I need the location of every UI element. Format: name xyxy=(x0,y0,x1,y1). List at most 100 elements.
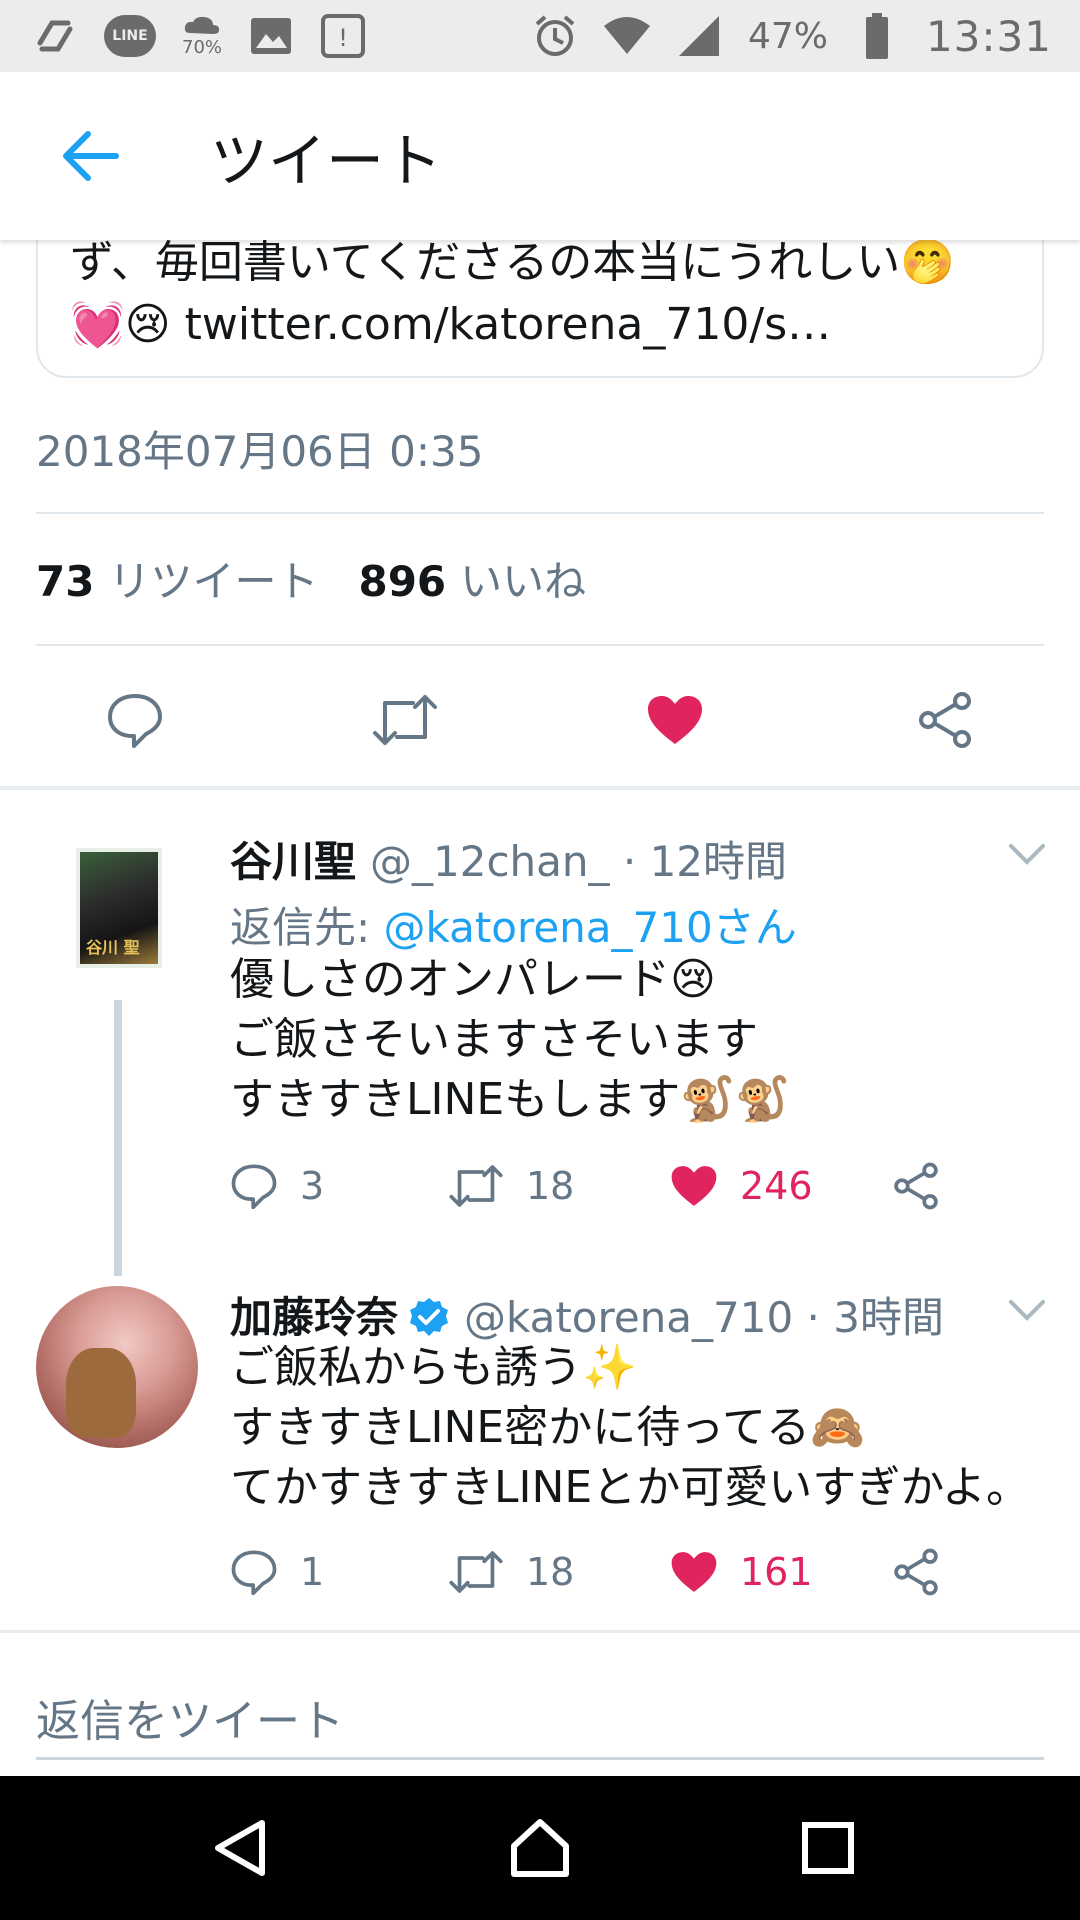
back-button[interactable] xyxy=(30,96,150,216)
reply-body: 優しさのオンパレード😢 ご飯さそいますさそいます すきすきLINEもします🐒🐒 xyxy=(230,950,790,1130)
nav-back-button[interactable] xyxy=(190,1798,290,1898)
retweet-button[interactable]: 18 xyxy=(448,1156,574,1216)
thread-connector-line xyxy=(114,1000,122,1276)
app-notification-icon: ! xyxy=(320,13,366,59)
reply-body-line: ご飯私からも誘う✨ xyxy=(230,1342,637,1393)
clock: 13:31 xyxy=(925,11,1052,61)
retweet-button[interactable] xyxy=(365,680,445,760)
quoted-tweet-line-2: 💓😢 twitter.com/katorena_710/s… xyxy=(70,299,832,350)
reply-icon xyxy=(231,1164,277,1209)
reply-body-line: 優しさのオンパレード😢 xyxy=(230,954,716,1005)
heart-filled-icon xyxy=(648,696,702,744)
share-icon xyxy=(919,692,971,748)
tweet-action-bar xyxy=(0,680,1080,760)
reply-header: 谷川聖 @_12chan_ · 12時間 xyxy=(230,828,787,889)
like-button[interactable]: 246 xyxy=(670,1156,813,1216)
reply-to-line: 返信先: @katorena_710さん xyxy=(230,894,797,955)
heart-filled-icon xyxy=(671,1552,717,1592)
reply-action-bar: 1 18 161 xyxy=(230,1542,990,1602)
reply-body-line: ご飯さそいますさそいます xyxy=(230,1014,758,1065)
tweet-timestamp: 2018年07月06日 0:35 xyxy=(36,427,484,476)
retweet-count: 18 xyxy=(526,1550,575,1594)
reply-input-underline xyxy=(36,1757,1044,1760)
quoted-tweet-line-1: ず、毎回書いてくださるの本当にうれしい🤭 xyxy=(70,237,956,288)
retweet-stat[interactable]: 73 リツイート xyxy=(36,548,318,609)
cell-signal-icon xyxy=(676,13,722,59)
author-name[interactable]: 谷川聖 xyxy=(230,837,356,886)
wifi-icon xyxy=(603,13,650,59)
share-button[interactable] xyxy=(892,1542,940,1602)
retweet-icon xyxy=(449,1165,503,1207)
retweet-count: 73 xyxy=(36,557,95,606)
reply-body-line: てかすきすきLINEとか可愛いすぎかよ。 xyxy=(230,1462,1031,1513)
square-recents-icon xyxy=(802,1822,854,1874)
arrow-left-icon xyxy=(63,131,119,181)
share-icon xyxy=(894,1548,938,1596)
gallery-icon xyxy=(248,13,294,59)
reply-input[interactable]: 返信をツイート xyxy=(36,1685,344,1749)
reply-action-bar: 3 18 246 xyxy=(230,1156,990,1216)
like-label: いいね xyxy=(460,557,587,606)
weather-indicator: 70% xyxy=(182,15,222,57)
reply-header: 加藤玲奈 @katorena_710 · 3時間 xyxy=(230,1284,944,1345)
nav-recents-button[interactable] xyxy=(778,1798,878,1898)
divider xyxy=(36,512,1044,514)
avatar-tag-text: 谷川 聖 xyxy=(86,938,140,957)
rain-cloud-icon xyxy=(184,16,220,34)
reply-composer: 返信をツイート xyxy=(0,1630,1080,1776)
page-title: ツイート xyxy=(210,127,443,195)
author-handle-time: @_12chan_ · 12時間 xyxy=(370,837,788,886)
line-app-icon: LINE xyxy=(104,15,156,57)
reply-icon xyxy=(108,694,162,748)
like-count: 161 xyxy=(740,1550,813,1594)
verified-badge-icon xyxy=(410,1298,449,1336)
avatar[interactable]: 谷川 聖 xyxy=(76,848,162,968)
divider xyxy=(36,644,1044,646)
like-button[interactable]: 161 xyxy=(670,1542,813,1602)
reply-button[interactable]: 3 xyxy=(230,1156,324,1216)
chevron-down-icon[interactable] xyxy=(1005,1288,1049,1332)
tweet-stats: 73 リツイート 896 いいね xyxy=(36,548,586,609)
retweet-label: リツイート xyxy=(108,557,319,606)
like-button[interactable] xyxy=(635,680,715,760)
reply-icon xyxy=(231,1550,277,1595)
battery-percent: 47% xyxy=(747,15,828,57)
avatar[interactable] xyxy=(36,1286,198,1448)
share-button[interactable] xyxy=(892,1156,940,1216)
reply-button[interactable] xyxy=(95,680,175,760)
reply-to-mention-link[interactable]: @katorena_710さん xyxy=(384,903,797,952)
weather-temp: 70% xyxy=(182,37,223,58)
like-stat[interactable]: 896 いいね xyxy=(358,548,586,609)
reply-count: 1 xyxy=(300,1550,325,1594)
retweet-icon xyxy=(449,1551,503,1593)
nav-home-button[interactable] xyxy=(490,1798,590,1898)
android-navigation-bar xyxy=(0,1776,1080,1920)
sync-icon xyxy=(32,13,78,59)
line-badge-label: LINE xyxy=(112,28,148,44)
reply-to-label: 返信先: xyxy=(230,903,384,952)
reply-body-line: すきすきLINEもします🐒🐒 xyxy=(230,1074,790,1125)
retweet-icon xyxy=(373,695,437,745)
reply-body: ご飯私からも誘う✨ すきすきLINE密かに待ってる🙈 てかすきすきLINEとか可… xyxy=(230,1338,1030,1518)
author-handle-time: @katorena_710 · 3時間 xyxy=(464,1293,944,1342)
reply-count: 3 xyxy=(300,1164,325,1208)
reply-body-line: すきすきLINE密かに待ってる🙈 xyxy=(230,1402,865,1453)
avatar-teddy-bear xyxy=(66,1348,136,1438)
chevron-down-icon[interactable] xyxy=(1005,832,1049,876)
reply-button[interactable]: 1 xyxy=(230,1542,324,1602)
retweet-button[interactable]: 18 xyxy=(448,1542,574,1602)
share-icon xyxy=(894,1162,938,1210)
battery-icon xyxy=(854,13,900,59)
retweet-count: 18 xyxy=(526,1164,575,1208)
heart-filled-icon xyxy=(671,1166,717,1206)
author-name[interactable]: 加藤玲奈 xyxy=(230,1293,398,1342)
status-bar: LINE 70% ! 47% 13:31 xyxy=(0,0,1080,72)
like-count: 896 xyxy=(358,557,447,606)
triangle-back-icon xyxy=(215,1820,265,1876)
section-separator xyxy=(0,786,1080,790)
share-button[interactable] xyxy=(905,680,985,760)
svg-text:!: ! xyxy=(338,24,348,52)
home-icon xyxy=(511,1819,569,1877)
like-count: 246 xyxy=(740,1164,813,1208)
alarm-icon xyxy=(532,13,578,59)
